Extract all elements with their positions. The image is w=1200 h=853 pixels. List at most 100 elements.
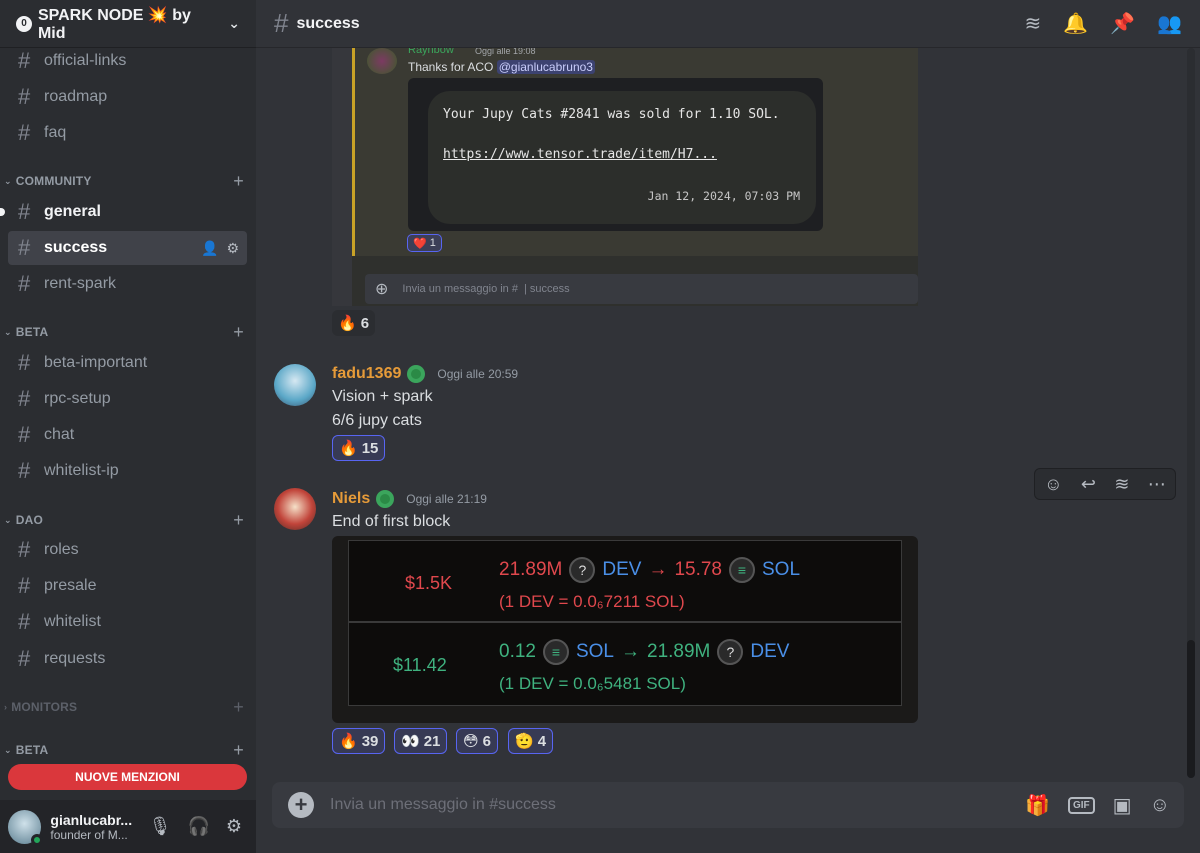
boost-icon: 0: [16, 15, 32, 32]
sale-text: Your Jupy Cats #2841 was sold for 1.10 S…: [443, 107, 780, 122]
screenshot-gutter: [332, 48, 352, 306]
server-name: SPARK NODE 💥 by Mid: [37, 6, 191, 42]
swap-row: $1.5K 21.89M ? DEV → 15.78 ≡ SOL (1 DEV …: [348, 540, 902, 622]
reaction-fire[interactable]: 🔥 39: [332, 728, 386, 754]
swap-line: 21.89M ? DEV → 15.78 ≡ SOL: [499, 557, 800, 583]
channel-rpc-setup[interactable]: # rpc-setup: [8, 382, 247, 416]
embed-reaction: ❤️ 1: [407, 234, 442, 252]
avatar[interactable]: [274, 364, 316, 406]
hash-icon: #: [18, 458, 31, 483]
channel-requests[interactable]: # requests: [8, 642, 247, 676]
emoji-icon[interactable]: ☺: [1150, 794, 1170, 817]
channel-official-links[interactable]: # official-links: [8, 44, 247, 78]
hash-icon: #: [274, 8, 289, 38]
reaction-flushed[interactable]: 😳 6: [456, 728, 498, 754]
sale-date: Jan 12, 2024, 07:03 PM: [647, 189, 800, 203]
reaction-eyes[interactable]: 👀 21: [394, 728, 448, 754]
embed-message-input: ⊕ Invia un messaggio in # | success: [365, 274, 918, 304]
gear-icon[interactable]: ⚙: [226, 240, 239, 257]
online-status-icon: [31, 833, 44, 846]
reaction-fire[interactable]: 🔥 6: [332, 310, 376, 336]
add-channel-icon[interactable]: +: [233, 697, 244, 718]
message-author[interactable]: fadu1369 Oggi alle 20:59: [332, 365, 518, 383]
gif-button[interactable]: GIF: [1068, 796, 1095, 814]
channel-whitelist-ip[interactable]: # whitelist-ip: [8, 454, 247, 488]
invite-icon[interactable]: 👤: [201, 240, 218, 257]
hash-icon: #: [18, 609, 31, 634]
sticker-icon[interactable]: ▣: [1113, 793, 1132, 818]
hash-icon: #: [18, 573, 31, 598]
more-icon[interactable]: ⋯: [1148, 474, 1166, 495]
chevron-icon: ⌄: [4, 326, 12, 337]
chevron-down-icon: ⌄: [228, 15, 240, 31]
hash-icon: #: [18, 646, 31, 671]
add-channel-icon[interactable]: +: [233, 322, 244, 343]
user-status: founder of M...: [50, 827, 128, 842]
category-monitors[interactable]: › MONITORS +: [4, 697, 244, 717]
gift-icon[interactable]: 🎁: [1025, 793, 1050, 818]
swap-usd: $11.42: [393, 655, 447, 675]
channel-chat[interactable]: # chat: [8, 418, 247, 452]
thread-icon[interactable]: ≋: [1114, 474, 1129, 495]
members-icon[interactable]: 👥: [1157, 11, 1182, 36]
channel-roles[interactable]: # roles: [8, 533, 247, 567]
settings-gear-icon[interactable]: ⚙: [226, 816, 242, 837]
category-beta-2[interactable]: ⌄ BETA +: [4, 740, 244, 760]
reply-icon[interactable]: ↩: [1081, 474, 1096, 495]
hash-icon: #: [18, 48, 31, 73]
threads-icon[interactable]: ≋: [1025, 11, 1042, 36]
reaction-salute[interactable]: 🫡 4: [508, 728, 554, 754]
category-community[interactable]: ⌄ COMMUNITY +: [4, 171, 244, 191]
channel-success[interactable]: # success 👤 ⚙: [8, 231, 247, 265]
category-beta[interactable]: ⌄ BETA +: [4, 322, 244, 342]
channel-roadmap[interactable]: # roadmap: [8, 80, 247, 114]
message-text: Vision + spark: [332, 388, 433, 405]
attach-plus-icon[interactable]: +: [288, 792, 314, 818]
hash-icon: #: [18, 235, 31, 260]
avatar[interactable]: [8, 809, 44, 846]
new-mentions-button[interactable]: NUOVE MENZIONI: [8, 764, 247, 790]
scrollbar-thumb[interactable]: [1187, 640, 1195, 778]
channel-faq[interactable]: # faq: [8, 116, 247, 150]
attached-screenshot[interactable]: Raynbow Oggi alle 19:08 Thanks for ACO @…: [332, 48, 918, 306]
message-author[interactable]: Niels Oggi alle 21:19: [332, 490, 487, 508]
add-channel-icon[interactable]: +: [233, 171, 244, 192]
category-dao[interactable]: ⌄ DAO +: [4, 510, 244, 530]
swap-line: 0.12 ≡ SOL → 21.89M ? DEV: [499, 639, 789, 665]
channel-whitelist[interactable]: # whitelist: [8, 605, 247, 639]
username: gianlucabr...: [50, 811, 133, 828]
chevron-right-icon: ›: [4, 702, 8, 712]
pin-icon[interactable]: 📌: [1110, 11, 1135, 36]
message-list: Raynbow Oggi alle 19:08 Thanks for ACO @…: [256, 48, 1200, 758]
server-header[interactable]: 0 SPARK NODE 💥 by Mid ⌄: [0, 0, 256, 48]
embed-author: Raynbow: [408, 48, 454, 56]
microphone-icon[interactable]: 🎙: [149, 816, 172, 837]
hash-icon: #: [18, 120, 31, 145]
hash-icon: #: [18, 350, 31, 375]
user-mention: @gianlucabruno3: [496, 60, 595, 74]
hash-icon: #: [18, 386, 31, 411]
message-composer[interactable]: + Invia un messaggio in #success 🎁 GIF ▣…: [272, 782, 1184, 828]
arrow-right-icon: →: [648, 559, 668, 580]
chevron-icon: ⌄: [4, 175, 12, 186]
add-channel-icon[interactable]: +: [233, 510, 244, 531]
swap-image[interactable]: $1.5K 21.89M ? DEV → 15.78 ≡ SOL (1 DEV …: [332, 536, 918, 723]
channel-general[interactable]: # general: [8, 195, 247, 229]
solana-icon: ≡: [729, 557, 755, 583]
role-badge-icon: [407, 365, 426, 383]
reaction-fire[interactable]: 🔥 15: [332, 435, 386, 461]
channel-presale[interactable]: # presale: [8, 569, 247, 603]
add-channel-icon[interactable]: +: [233, 740, 244, 761]
channel-beta-important[interactable]: # beta-important: [8, 346, 247, 380]
unknown-token-icon: ?: [717, 639, 744, 665]
channel-rent-spark[interactable]: # rent-spark: [8, 267, 247, 301]
add-reaction-icon[interactable]: ☺: [1044, 474, 1062, 495]
sale-notification-card: Your Jupy Cats #2841 was sold for 1.10 S…: [408, 78, 823, 231]
message-input[interactable]: Invia un messaggio in #success: [330, 796, 556, 814]
channel-title: success: [296, 14, 360, 32]
avatar[interactable]: [274, 488, 316, 530]
swap-usd: $1.5K: [405, 573, 453, 593]
bell-icon[interactable]: 🔔: [1063, 11, 1088, 36]
headphones-icon[interactable]: 🎧: [187, 816, 209, 837]
user-panel: gianlucabr... founder of M... 🎙 🎧 ⚙: [0, 800, 256, 853]
